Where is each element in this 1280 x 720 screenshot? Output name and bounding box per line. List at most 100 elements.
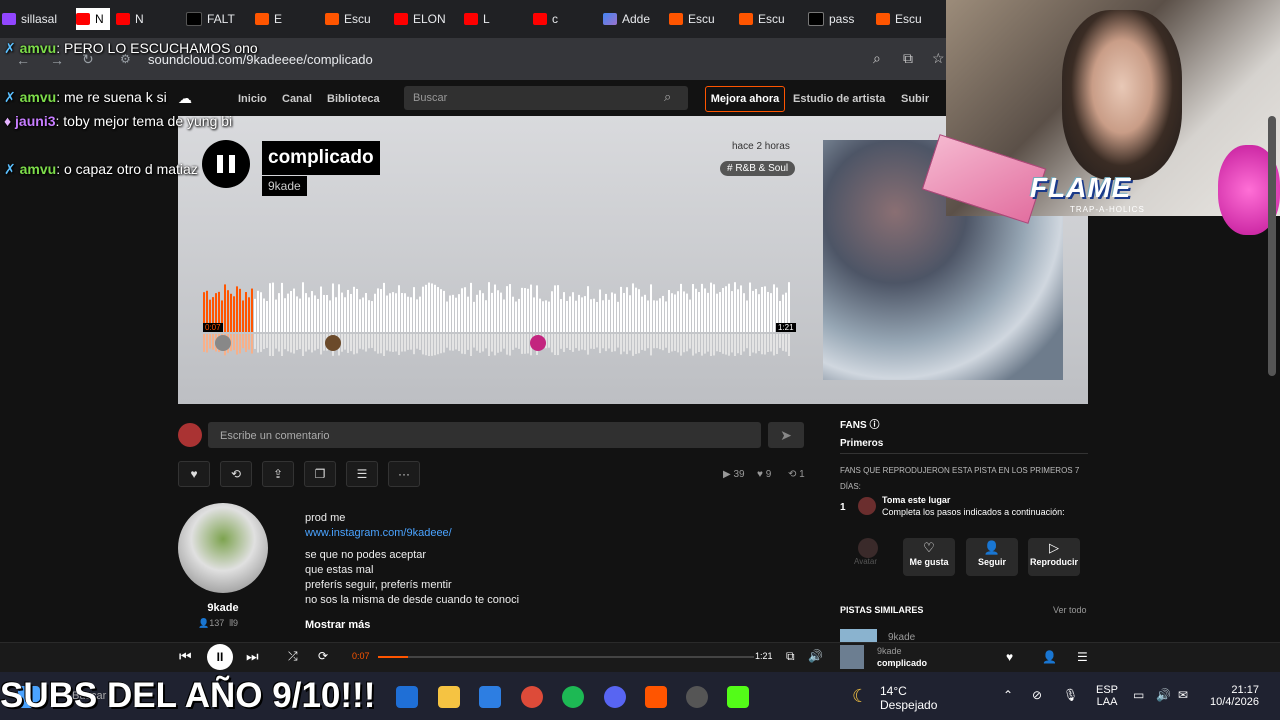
spotify-icon[interactable]: [562, 686, 584, 708]
genre-tag[interactable]: # R&B & Soul: [720, 161, 796, 176]
nav-library[interactable]: Biblioteca: [327, 93, 380, 105]
tab-7[interactable]: L: [464, 8, 524, 30]
waveform-bar: [674, 294, 676, 332]
obs-icon[interactable]: [686, 686, 708, 708]
tab-2[interactable]: N: [116, 8, 176, 30]
similar-track-cover[interactable]: [840, 629, 877, 642]
waveform-bar: [647, 334, 649, 349]
folder-icon[interactable]: [438, 686, 460, 708]
tab-5[interactable]: Escu: [325, 8, 385, 30]
comment-avatar[interactable]: [215, 335, 231, 351]
waveform-bar: [356, 334, 358, 354]
upgrade-button[interactable]: Mejora ahora: [705, 86, 785, 112]
tab-8[interactable]: c: [533, 8, 593, 30]
bookmark-star-icon[interactable]: ☆: [932, 50, 945, 67]
heart-icon: ♡: [923, 540, 935, 555]
tab-6[interactable]: ELON: [394, 8, 454, 30]
waveform-bar: [248, 334, 250, 350]
shuffle-icon[interactable]: ⤮: [288, 649, 298, 664]
weather-widget[interactable]: 14°C Despejado: [880, 684, 937, 712]
show-more-link[interactable]: Mostrar más: [305, 619, 370, 631]
soundcloud-logo-icon[interactable]: ☁: [178, 90, 214, 108]
previous-icon[interactable]: ⏮: [179, 648, 192, 665]
track-artist[interactable]: 9kade: [262, 176, 307, 196]
instagram-link[interactable]: www.instagram.com/9kadeee/: [305, 527, 452, 539]
volume-icon[interactable]: 🔊: [808, 649, 823, 663]
progress-track[interactable]: [378, 656, 754, 658]
player-pause-button[interactable]: II: [207, 644, 233, 670]
waveform-bar: [623, 334, 625, 352]
display-icon[interactable]: ▭: [1133, 688, 1144, 702]
repeat-icon[interactable]: ⟳: [318, 649, 328, 663]
discord-icon[interactable]: [604, 686, 626, 708]
tab-13[interactable]: Escu: [876, 8, 936, 30]
waveform-bar: [602, 334, 604, 349]
now-playing-cover[interactable]: [840, 645, 864, 669]
cast-icon[interactable]: ⧉: [786, 649, 795, 664]
nav-home[interactable]: Inicio: [238, 93, 267, 105]
pause-button[interactable]: [202, 140, 250, 188]
waveform-bar: [542, 301, 544, 332]
mail-icon[interactable]: [396, 686, 418, 708]
tab-12[interactable]: pass: [808, 8, 868, 30]
install-icon[interactable]: ⧉: [903, 50, 913, 67]
now-playing-title[interactable]: complicado: [877, 658, 927, 668]
heart-icon[interactable]: ♥: [1006, 650, 1013, 664]
see-all-link[interactable]: Ver todo: [1053, 605, 1087, 615]
taskbar-clock[interactable]: 21:17 10/4/2026: [1210, 684, 1259, 708]
tab-primeros[interactable]: Primeros: [840, 438, 883, 449]
language-indicator[interactable]: ESP LAA: [1096, 684, 1118, 708]
waveform-bar: [617, 301, 619, 332]
waveform-bar: [515, 334, 517, 348]
info-icon[interactable]: ⓘ: [869, 420, 879, 431]
waveform-bar: [392, 292, 394, 332]
waveform-bar: [428, 334, 430, 356]
network-icon[interactable]: ⊘: [1032, 688, 1042, 702]
now-playing-artist[interactable]: 9kade: [877, 646, 902, 656]
waveform-bar: [764, 286, 766, 332]
zoom-icon[interactable]: ⌕: [873, 50, 881, 67]
scrollbar[interactable]: [1268, 116, 1276, 376]
tab-9[interactable]: Adde: [603, 8, 663, 30]
tab-10[interactable]: Escu: [669, 8, 729, 30]
tab-4[interactable]: E: [255, 8, 315, 30]
soundcloud-icon[interactable]: [645, 686, 667, 708]
nav-feed[interactable]: Canal: [282, 93, 312, 105]
waveform[interactable]: [203, 282, 791, 356]
search-input[interactable]: Buscar ⌕: [404, 86, 688, 110]
like-button[interactable]: ♥: [178, 461, 210, 487]
waveform-bar: [701, 334, 703, 356]
youtube-icon: [76, 13, 90, 25]
notification-icon[interactable]: ✉: [1178, 688, 1188, 702]
waveform-bar: [776, 334, 778, 354]
share-button[interactable]: ⇪: [262, 461, 294, 487]
follow-icon[interactable]: 👤: [1042, 650, 1057, 664]
chevron-up-icon[interactable]: ⌃: [1003, 688, 1013, 702]
uploader-name[interactable]: 9kade: [178, 602, 268, 614]
comment-avatar[interactable]: [530, 335, 546, 351]
uploader-avatar[interactable]: [178, 503, 268, 593]
repost-button[interactable]: ⟲: [220, 461, 252, 487]
nav-upload[interactable]: Subir: [901, 93, 929, 105]
tab-1[interactable]: N: [76, 8, 110, 30]
next-icon[interactable]: ⏭: [246, 648, 259, 665]
tab-3[interactable]: FALT: [186, 8, 246, 30]
waveform-bar: [755, 288, 757, 332]
kick-icon[interactable]: [727, 686, 749, 708]
store-icon[interactable]: [479, 686, 501, 708]
add-to-playlist-button[interactable]: ☰: [346, 461, 378, 487]
more-button[interactable]: ···: [388, 461, 420, 487]
comment-avatar[interactable]: [325, 335, 341, 351]
chrome-icon[interactable]: [521, 686, 543, 708]
queue-icon[interactable]: ☰: [1077, 650, 1088, 664]
comment-input[interactable]: Escribe un comentario: [208, 422, 761, 448]
waveform-bar: [527, 334, 529, 354]
nav-artist-studio[interactable]: Estudio de artista: [793, 93, 885, 105]
speaker-icon[interactable]: 🔊: [1156, 688, 1171, 702]
microphone-icon[interactable]: 🎙: [1063, 688, 1078, 702]
tab-11[interactable]: Escu: [739, 8, 799, 30]
copy-link-button[interactable]: ❐: [304, 461, 336, 487]
send-icon[interactable]: ➤: [768, 422, 804, 448]
tab-0[interactable]: sillasal: [2, 8, 76, 30]
avatar-step-icon: [858, 538, 878, 558]
